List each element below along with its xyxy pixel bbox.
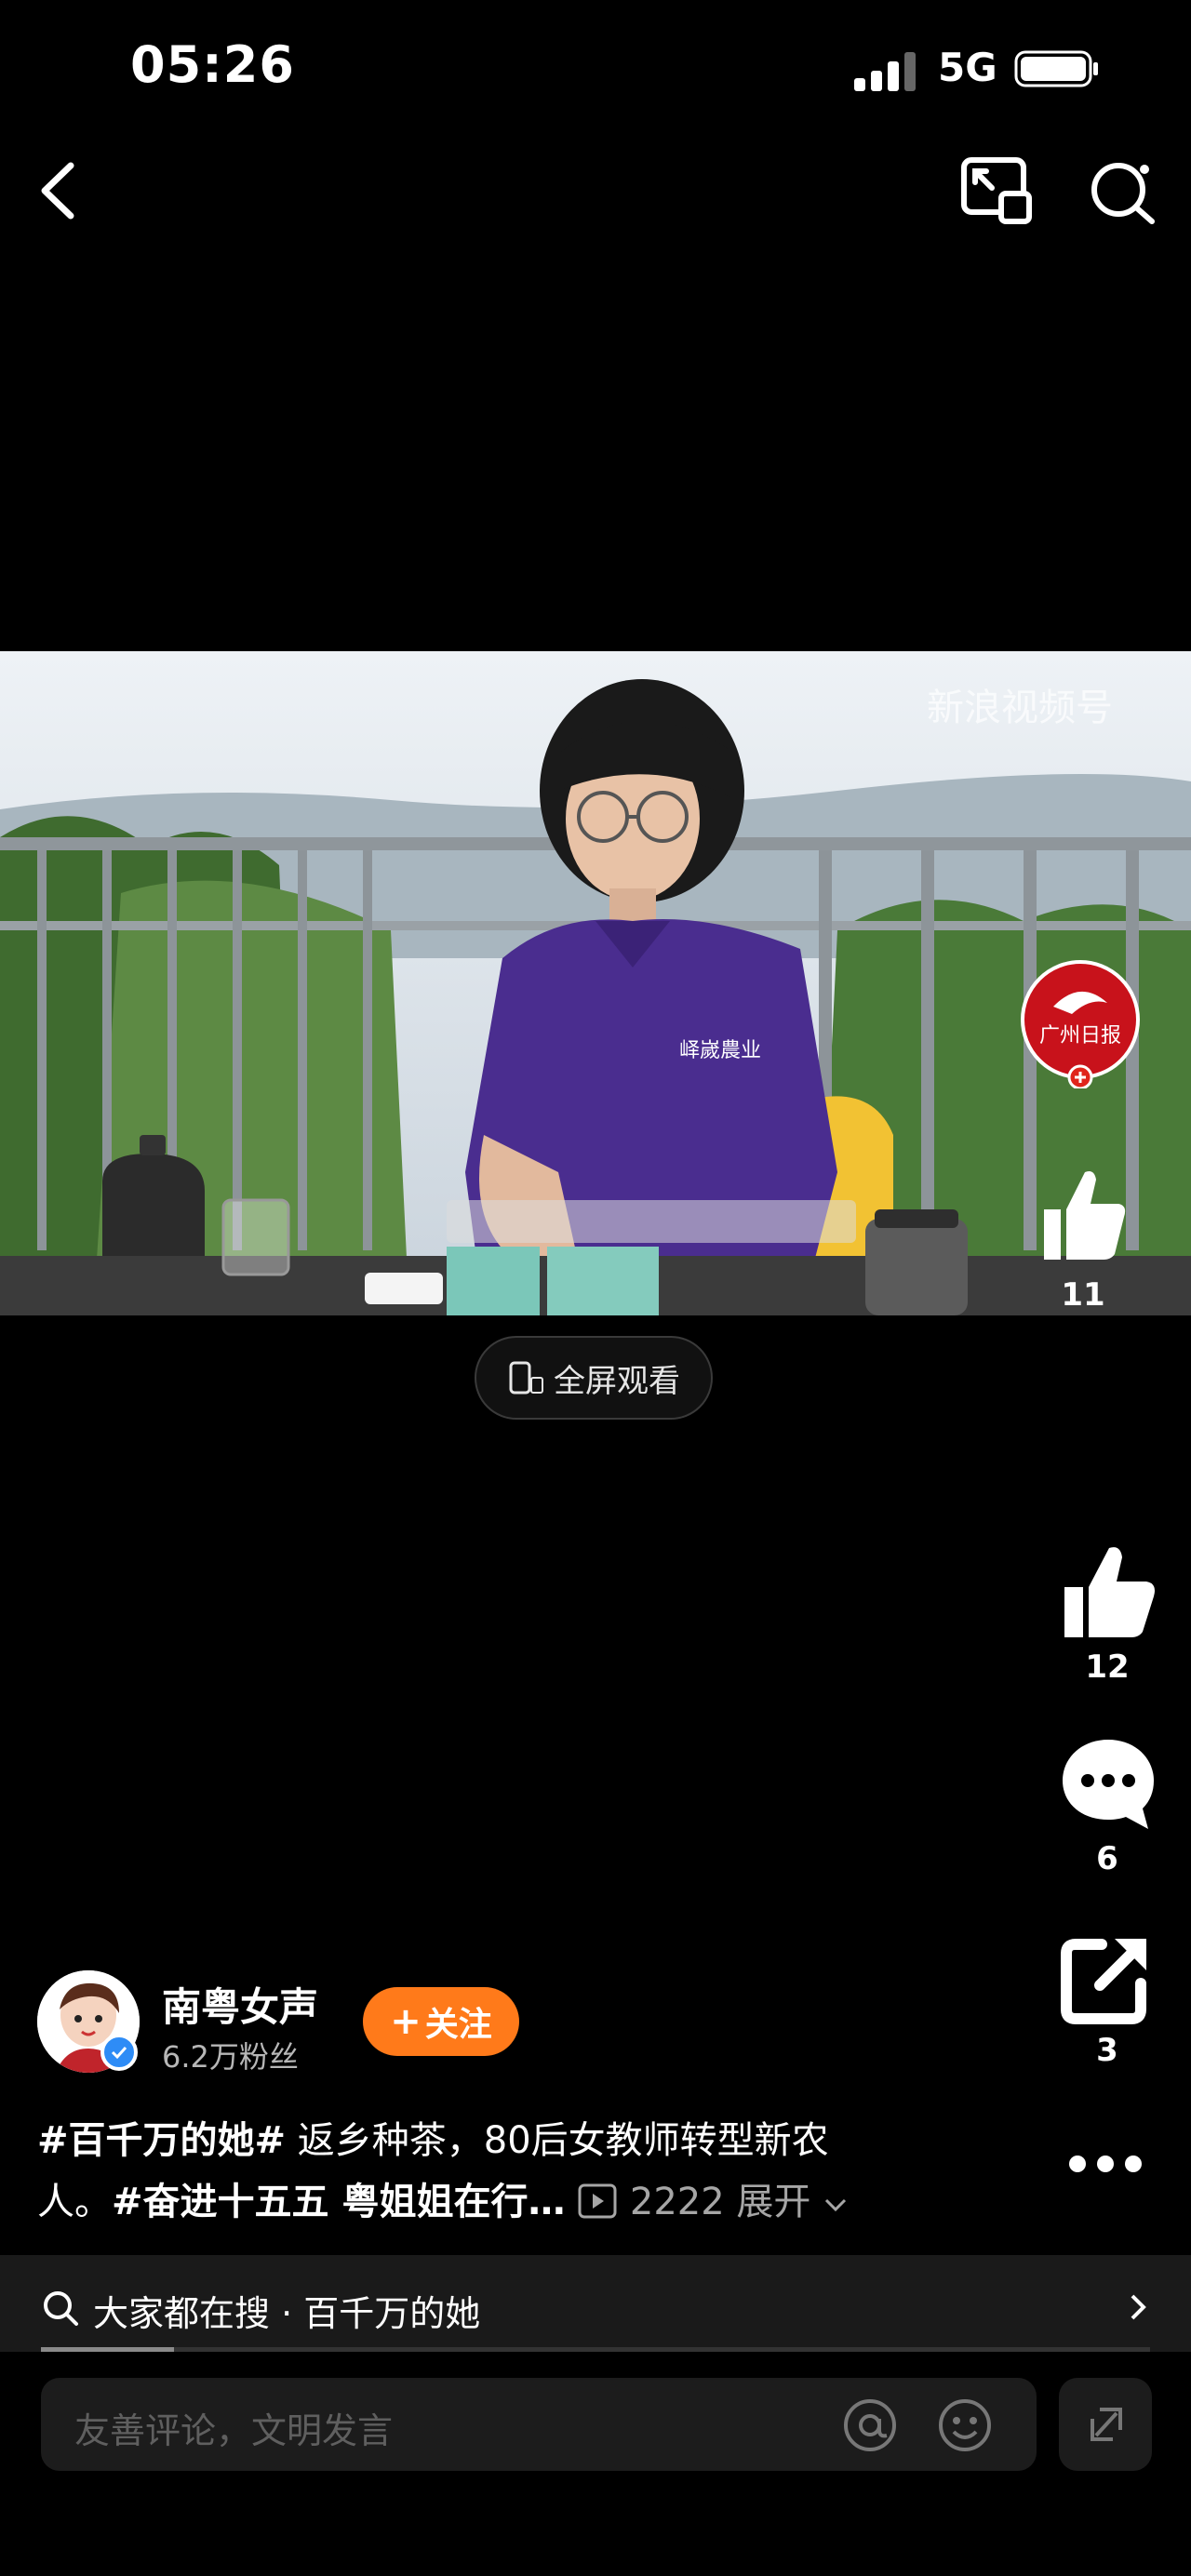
follow-label: 关注 — [424, 2006, 492, 2044]
fullscreen-button[interactable]: 全屏观看 — [475, 1336, 713, 1420]
inner-like-count: 11 — [1061, 1276, 1105, 1314]
comment-placeholder: 友善评论，文明发言 — [74, 2410, 394, 2451]
video-caption[interactable]: #百千万的她# 返乡种茶，80后女教师转型新农 人。#奋进十五五 粤姐姐在行… … — [37, 2110, 977, 2233]
hot-search-prefix: 大家都在搜 — [93, 2293, 271, 2334]
expand-comment-button[interactable] — [1059, 2378, 1152, 2471]
chevron-down-icon[interactable] — [823, 2196, 849, 2214]
back-icon[interactable] — [32, 158, 84, 223]
battery-icon — [1014, 50, 1098, 87]
video-progress-track[interactable] — [41, 2347, 1150, 2352]
expand-link[interactable]: 展开 — [736, 2181, 810, 2223]
author-fans: 6.2万粉丝 — [162, 2039, 299, 2075]
comment-icon[interactable] — [1057, 1732, 1159, 1835]
picture-in-picture-icon[interactable] — [960, 156, 1033, 227]
verified-badge-icon — [100, 2034, 138, 2071]
network-label: 5G — [938, 45, 997, 90]
play-count-icon — [578, 2183, 617, 2219]
share-count: 3 — [1096, 2032, 1118, 2069]
author-name[interactable]: 南粤女声 — [162, 1976, 318, 2033]
hashtag-link[interactable]: #百千万的她# — [37, 2119, 286, 2162]
share-icon[interactable] — [1057, 1926, 1159, 2028]
signal-icon — [854, 52, 916, 91]
view-count: 2222 — [629, 2181, 725, 2223]
hot-search-text[interactable]: 大家都在搜 · 百千万的她 — [93, 2285, 480, 2336]
hashtag-link-2[interactable]: #奋进十五五 粤姐姐在行… — [112, 2181, 565, 2223]
view-count-group: 2222 展开 — [577, 2181, 849, 2223]
more-icon[interactable] — [1066, 2145, 1144, 2182]
video-scene-image: 峄嵗農业 — [0, 651, 1191, 1315]
plus-icon: + — [390, 2000, 422, 2043]
publisher-avatar-icon[interactable]: 广州日报 — [1016, 960, 1144, 1088]
chevron-right-icon[interactable] — [1126, 2289, 1152, 2326]
search-icon[interactable] — [1087, 156, 1158, 227]
like-count: 12 — [1085, 1648, 1130, 1686]
phone-rotate-icon — [509, 1361, 543, 1395]
fullscreen-label: 全屏观看 — [554, 1362, 680, 1400]
search-small-icon — [44, 2291, 78, 2326]
at-mention-icon[interactable] — [841, 2396, 899, 2454]
status-time: 05:26 — [130, 35, 295, 94]
caption-text: 返乡种茶，80后女教师转型新农 — [286, 2119, 829, 2162]
video-player[interactable]: 峄嵗農业 — [0, 651, 1191, 1315]
inner-like-icon[interactable] — [1037, 1163, 1130, 1265]
like-icon[interactable] — [1057, 1541, 1159, 1643]
expand-icon — [1091, 2408, 1122, 2441]
video-progress-fill — [41, 2347, 175, 2352]
publisher-logo-text: 广州日报 — [1039, 1024, 1121, 1048]
hot-search-separator: · — [281, 2293, 293, 2334]
emoji-icon[interactable] — [936, 2396, 994, 2454]
hot-search-term: 百千万的她 — [303, 2293, 481, 2334]
caption-text-2: 人。 — [37, 2181, 112, 2223]
comment-count: 6 — [1096, 1840, 1118, 1877]
follow-button[interactable]: + 关注 — [363, 1987, 519, 2056]
svg-text:峄嵗農业: 峄嵗農业 — [679, 1039, 761, 1062]
video-watermark: 新浪视频号 — [927, 687, 1113, 729]
